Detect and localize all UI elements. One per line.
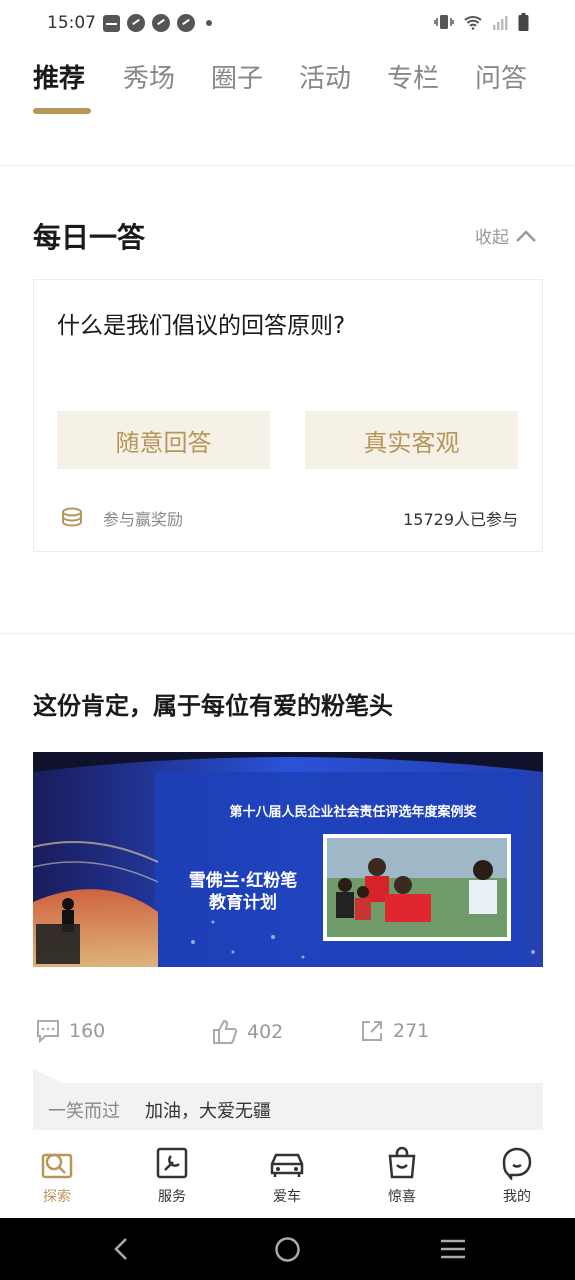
nav-service-label: 服务 [158, 1189, 186, 1205]
bottom-navigation: 探索 服务 爱车 惊喜 我的 [0, 1130, 575, 1218]
program-name-text: 雪佛兰·红粉笔 [189, 870, 297, 891]
home-icon[interactable] [274, 1236, 301, 1263]
nav-surprise-label: 惊喜 [388, 1189, 416, 1205]
tab-showcase[interactable]: 秀场 [123, 58, 175, 95]
reward-info: 参与赢奖励 [61, 506, 183, 530]
service-icon [156, 1147, 188, 1179]
comment-pointer [33, 1069, 63, 1083]
comment-text: 加油，大爱无疆 [145, 1101, 271, 1122]
award-banner-text: 第十八届人民企业社会责任评选年度案例奖 [229, 804, 477, 820]
coins-icon [62, 507, 82, 527]
tab-events[interactable]: 活动 [299, 58, 351, 95]
reward-label: 参与赢奖励 [103, 510, 184, 529]
article-stats: 160 402 271 [33, 1019, 543, 1049]
article-title[interactable]: 这份肯定，属于每位有爱的粉笔头 [33, 686, 393, 721]
system-navigation-bar [0, 1218, 575, 1280]
thumbs-up-icon [213, 1019, 238, 1044]
participant-count: 15729人已参与 [403, 510, 518, 529]
like-count: 402 [247, 1021, 284, 1043]
wifi-icon [464, 15, 482, 30]
app-notification-icon [152, 14, 170, 32]
category-tabs: 推荐 秀场 圈子 活动 专栏 问答 [33, 58, 553, 118]
nav-profile[interactable]: 我的 [477, 1146, 557, 1206]
tab-qa[interactable]: 问答 [475, 58, 527, 95]
top-comment[interactable]: 一笑而过 加油，大爱无疆 [33, 1083, 543, 1130]
nav-surprise[interactable]: 惊喜 [362, 1146, 442, 1206]
nav-explore[interactable]: 探索 [17, 1146, 97, 1206]
section-divider [0, 165, 575, 166]
status-time: 15:07 [47, 13, 96, 33]
menu-icon[interactable] [440, 1238, 466, 1260]
share-stat[interactable]: 271 [360, 1019, 429, 1043]
app-notification-icon [177, 14, 195, 32]
comment-username[interactable]: 一笑而过 [48, 1097, 120, 1123]
back-icon[interactable] [110, 1237, 134, 1261]
like-stat[interactable]: 402 [212, 1019, 283, 1045]
comment-count: 160 [69, 1020, 106, 1042]
vibrate-icon [434, 15, 454, 29]
answer-option-casual[interactable]: 随意回答 [57, 411, 270, 469]
profile-icon [502, 1147, 532, 1180]
status-bar: 15:07 [0, 0, 575, 48]
question-text: 什么是我们倡议的回答原则? [57, 313, 346, 339]
nav-car[interactable]: 爱车 [247, 1146, 327, 1206]
app-notification-icon [127, 14, 145, 32]
comment-stat[interactable]: 160 [36, 1019, 105, 1043]
notification-icons [103, 14, 212, 32]
comment-icon [37, 1020, 59, 1043]
tab-columns[interactable]: 专栏 [387, 58, 439, 95]
explore-icon [41, 1153, 73, 1179]
mail-notification-icon [103, 14, 120, 32]
tab-recommend[interactable]: 推荐 [33, 58, 85, 95]
nav-car-label: 爱车 [273, 1189, 301, 1205]
gift-bag-icon [388, 1146, 416, 1179]
nav-service[interactable]: 服务 [132, 1146, 212, 1206]
more-notifications-icon [206, 20, 212, 26]
tab-circles[interactable]: 圈子 [211, 58, 263, 95]
signal-icon [493, 15, 508, 30]
share-count: 271 [393, 1020, 430, 1042]
answer-option-objective[interactable]: 真实客观 [305, 411, 518, 469]
active-tab-indicator [33, 108, 91, 114]
daily-answer-title: 每日一答 [33, 221, 146, 254]
article-image[interactable]: 第十八届人民企业社会责任评选年度案例奖 雪佛兰·红粉笔 教育计划 [33, 752, 543, 967]
program-subtitle-text: 教育计划 [208, 892, 277, 913]
chevron-up-icon [516, 229, 536, 242]
nav-explore-label: 探索 [43, 1189, 71, 1205]
daily-question-card: 什么是我们倡议的回答原则? 随意回答 真实客观 参与赢奖励 15729人已参与 [33, 279, 543, 552]
nav-profile-label: 我的 [503, 1189, 531, 1205]
event-stage-photo: 第十八届人民企业社会责任评选年度案例奖 雪佛兰·红粉笔 教育计划 [33, 752, 543, 967]
share-icon [362, 1021, 382, 1041]
battery-icon [518, 13, 529, 31]
collapse-button[interactable]: 收起 [475, 223, 537, 248]
section-divider [0, 633, 575, 634]
system-icons [434, 13, 529, 31]
car-icon [270, 1153, 304, 1177]
collapse-label: 收起 [475, 228, 509, 248]
